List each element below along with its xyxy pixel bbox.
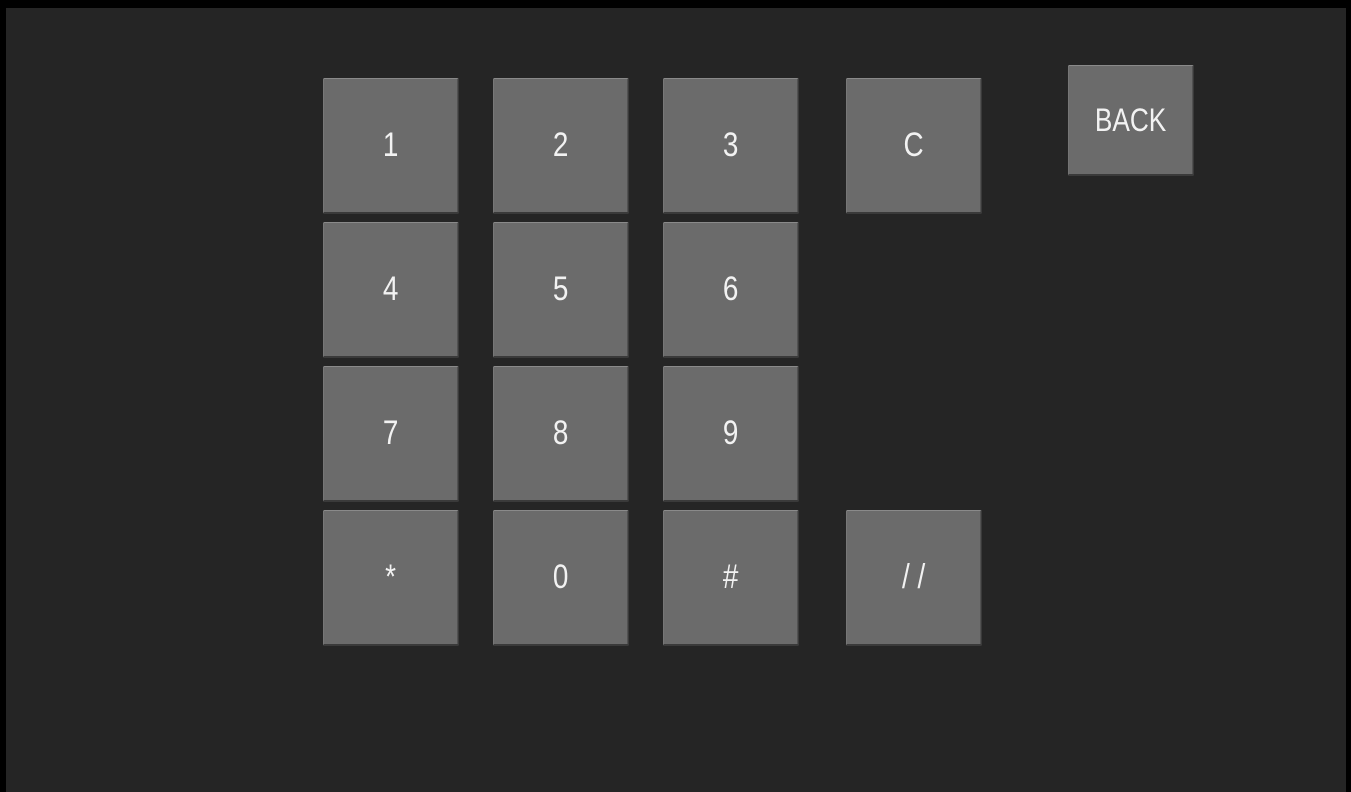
key-hash[interactable]: #: [662, 510, 800, 646]
key-7[interactable]: 7: [322, 366, 460, 502]
back-button[interactable]: BACK: [1067, 65, 1195, 176]
slash-key-label: / /: [901, 558, 926, 596]
key-9-label: 9: [722, 414, 739, 452]
key-8[interactable]: 8: [492, 366, 630, 502]
back-button-label: BACK: [1094, 101, 1167, 138]
key-1-label: 1: [382, 126, 399, 164]
key-3-label: 3: [722, 126, 739, 164]
key-1[interactable]: 1: [322, 78, 460, 214]
key-8-label: 8: [552, 414, 569, 452]
key-star[interactable]: *: [322, 510, 460, 646]
key-0-label: 0: [552, 558, 569, 596]
slash-key[interactable]: / /: [845, 510, 983, 646]
clear-button-label: C: [903, 126, 924, 164]
key-0[interactable]: 0: [492, 510, 630, 646]
key-6[interactable]: 6: [662, 222, 800, 358]
key-2[interactable]: 2: [492, 78, 630, 214]
key-3[interactable]: 3: [662, 78, 800, 214]
key-9[interactable]: 9: [662, 366, 800, 502]
key-star-label: *: [385, 558, 397, 596]
key-5[interactable]: 5: [492, 222, 630, 358]
key-7-label: 7: [382, 414, 399, 452]
key-6-label: 6: [722, 270, 739, 308]
key-2-label: 2: [552, 126, 569, 164]
keypad-screen: 1 2 3 C BACK 4 5 6 7 8 9 * 0 # / /: [6, 8, 1346, 792]
key-4[interactable]: 4: [322, 222, 460, 358]
key-4-label: 4: [382, 270, 399, 308]
clear-button[interactable]: C: [845, 78, 983, 214]
key-hash-label: #: [722, 558, 739, 596]
key-5-label: 5: [552, 270, 569, 308]
